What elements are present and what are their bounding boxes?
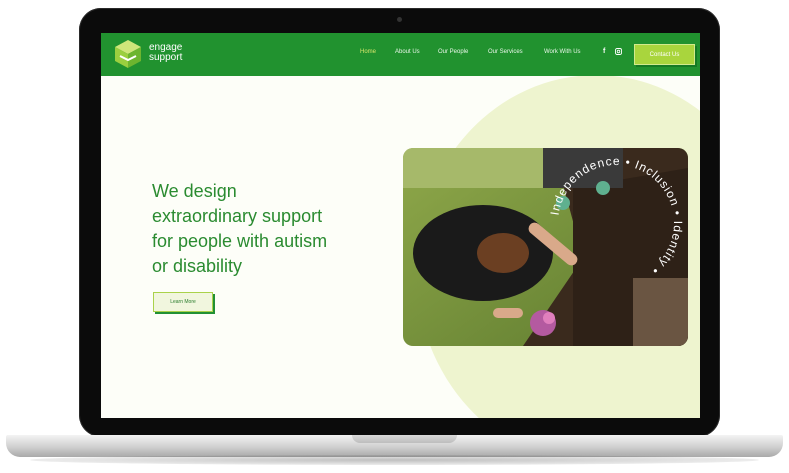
nav-about-us[interactable]: About Us xyxy=(395,49,420,55)
brand-line-2: support xyxy=(149,52,183,63)
instagram-icon[interactable] xyxy=(615,48,622,57)
headline-line: We design xyxy=(152,181,237,201)
headline-line: extraordinary support xyxy=(152,206,323,226)
laptop-shadow xyxy=(30,455,759,465)
webcam-icon xyxy=(397,17,402,22)
hero-gardening-photo: Independence • Inclusion • Identity • xyxy=(403,148,688,346)
laptop-base xyxy=(6,435,783,457)
hero-headline: We design extraordinary support for peop… xyxy=(152,179,382,279)
nav-our-services[interactable]: Our Services xyxy=(488,49,523,55)
facebook-icon[interactable]: f xyxy=(603,48,605,55)
nav-our-people[interactable]: Our People xyxy=(438,49,468,55)
engage-logo-icon[interactable] xyxy=(111,37,145,71)
top-navigation: engage support Home About Us Our People … xyxy=(101,33,700,76)
brand-name[interactable]: engage support xyxy=(149,43,182,63)
website-screen: engage support Home About Us Our People … xyxy=(101,33,700,418)
nav-work-with-us[interactable]: Work With Us xyxy=(544,49,581,55)
nav-home[interactable]: Home xyxy=(360,49,376,55)
learn-more-button[interactable]: Learn More xyxy=(153,292,213,312)
contact-us-button[interactable]: Contact Us xyxy=(634,44,695,65)
headline-line: for people with autism xyxy=(152,231,328,251)
laptop-notch xyxy=(352,435,457,443)
headline-line: or disability xyxy=(152,256,243,276)
